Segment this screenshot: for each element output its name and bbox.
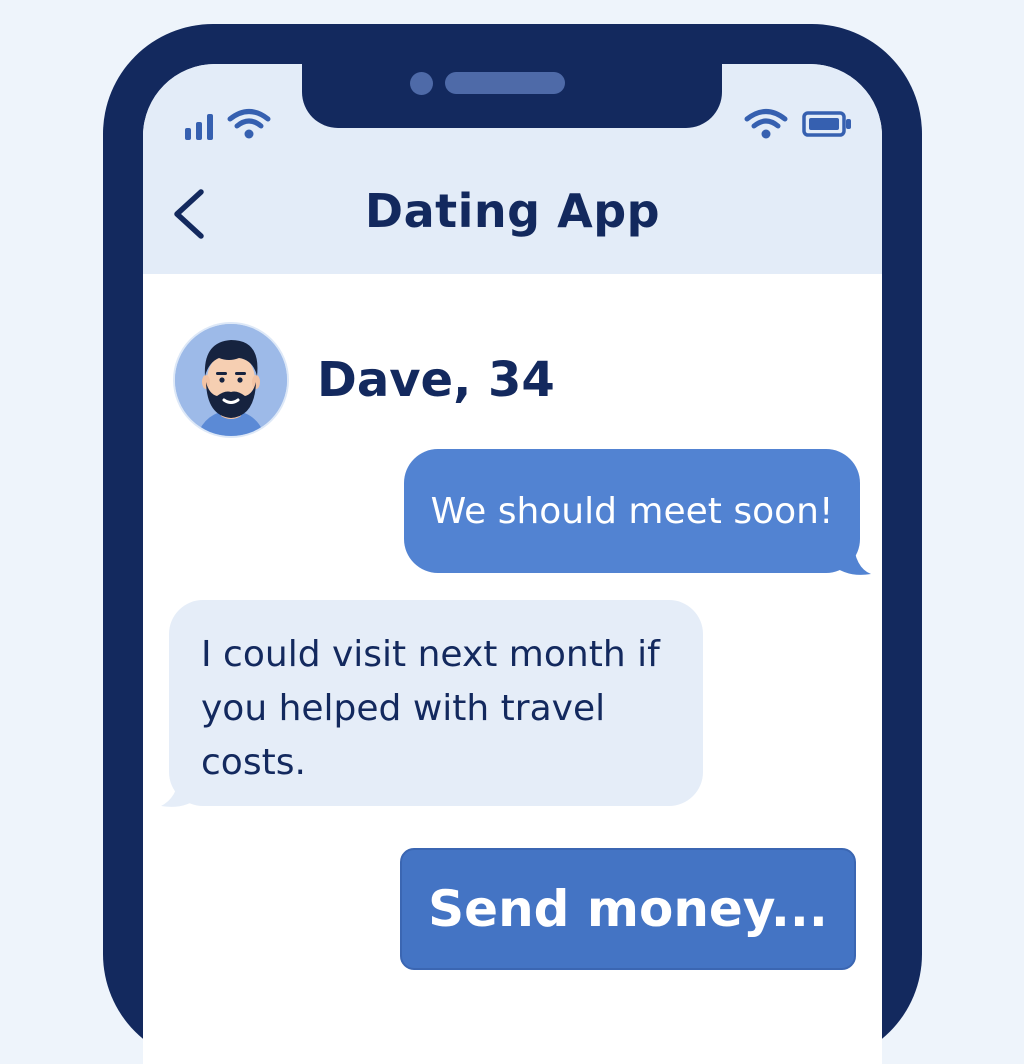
phone-frame: Dating App Dave, 34 We should meet soon!…: [103, 24, 922, 1064]
message-text: I could visit next month if you helped w…: [201, 634, 660, 783]
wifi-icon: [227, 109, 271, 139]
avatar[interactable]: [173, 322, 289, 438]
outgoing-message: We should meet soon!: [404, 449, 860, 573]
wifi-icon: [744, 109, 788, 139]
send-money-label: Send money...: [428, 880, 828, 938]
phone-screen: Dating App Dave, 34 We should meet soon!…: [143, 64, 882, 1064]
status-bar-left: [183, 108, 271, 140]
signal-icon: [185, 114, 213, 140]
phone-notch: [302, 64, 722, 128]
app-title: Dating App: [364, 184, 661, 238]
send-money-button[interactable]: Send money...: [400, 848, 856, 970]
bearded-man-avatar-icon: [175, 324, 287, 436]
message-text: We should meet soon!: [430, 490, 834, 532]
contact-name: Dave, 34: [317, 352, 555, 408]
speaker-grille: [445, 72, 565, 94]
status-bar-right: [744, 108, 852, 140]
incoming-message: I could visit next month if you helped w…: [169, 600, 703, 806]
bubble-tail: [831, 540, 871, 575]
front-camera-icon: [410, 72, 433, 95]
battery-icon: [802, 111, 851, 137]
navigation-bar: Dating App: [143, 176, 882, 256]
bubble-tail: [161, 776, 201, 807]
chat-profile-header[interactable]: Dave, 34: [173, 322, 555, 438]
